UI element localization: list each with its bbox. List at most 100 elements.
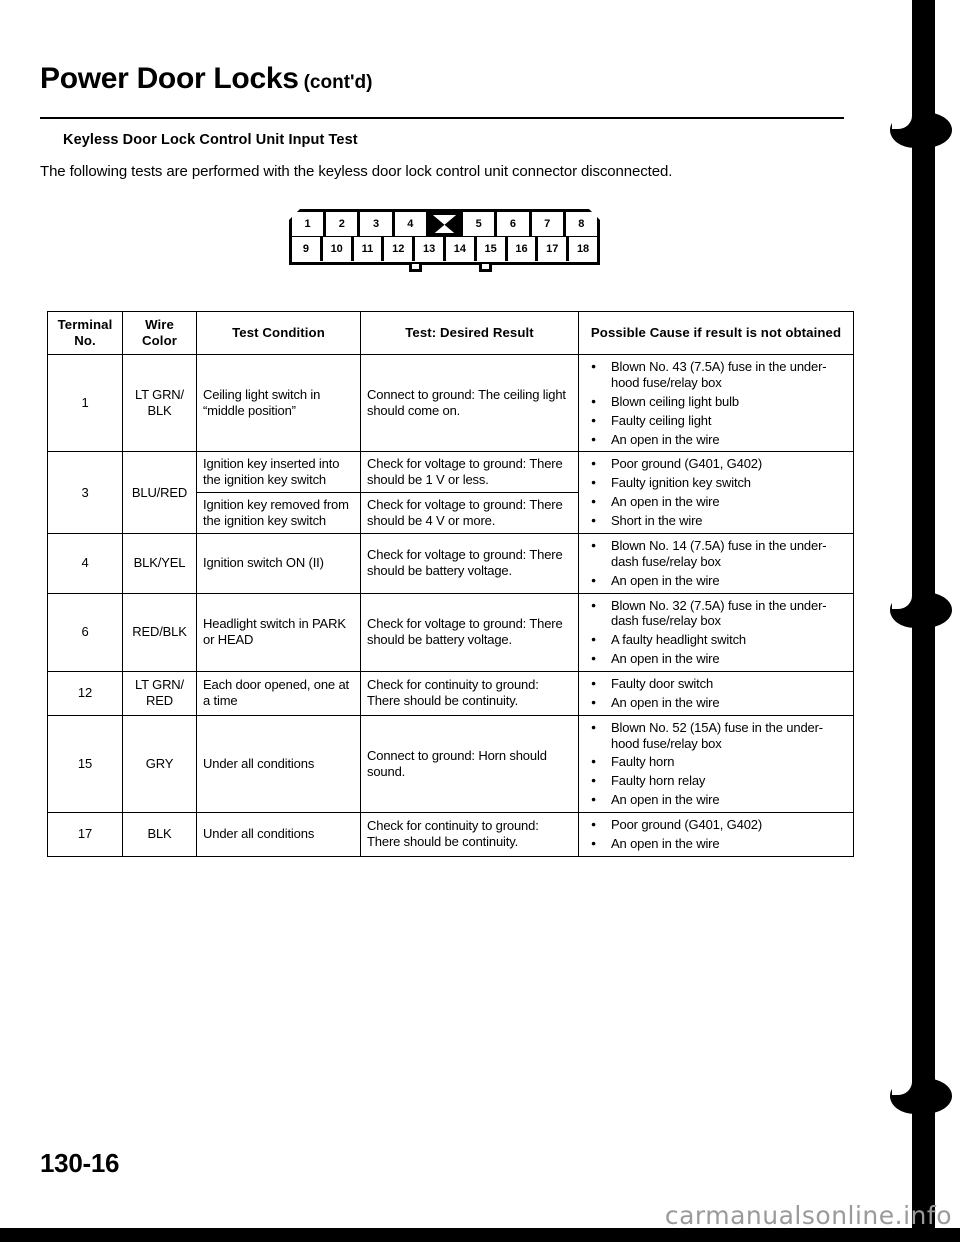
page-title-main: Power Door Locks	[40, 62, 299, 95]
scan-binding-clip-3	[890, 1076, 952, 1114]
cell-desired-result: Connect to ground: Horn should sound.	[360, 714, 579, 813]
cell-desired-result: Check for voltage to ground: There shoul…	[360, 592, 579, 672]
cell-test-condition: Ignition switch ON (II)	[196, 532, 361, 594]
cell-test-condition: Ignition key inserted into the ignition …	[196, 451, 361, 494]
connector-key-slot-icon	[428, 212, 464, 236]
wire-color-line2: BLK	[147, 403, 172, 419]
possible-cause-item: An open in the wire	[585, 431, 847, 448]
cell-test-condition: Under all conditions	[196, 714, 361, 813]
possible-cause-item: Blown No. 14 (7.5A) fuse in the under-da…	[585, 537, 847, 570]
cell-desired-result: Connect to ground: The ceiling light sho…	[360, 354, 579, 453]
possible-cause-list: Blown No. 52 (15A) fuse in the under-hoo…	[585, 719, 847, 808]
possible-cause-item: Faulty horn	[585, 753, 847, 770]
cell-test-condition: Each door opened, one at a time	[196, 670, 361, 716]
possible-cause-list: Faulty door switch An open in the wire	[585, 675, 847, 711]
connector-pin-10: 10	[322, 237, 354, 261]
connector-pin-2: 2	[326, 212, 361, 236]
cell-desired-result: Check for voltage to ground: There shoul…	[360, 451, 579, 494]
cell-possible-cause: Blown No. 52 (15A) fuse in the under-hoo…	[578, 714, 854, 813]
cell-desired-result: Check for continuity to ground: There sh…	[360, 811, 579, 857]
connector-pin-18: 18	[569, 237, 597, 261]
cell-desired-result: Check for voltage to ground: There shoul…	[360, 532, 579, 594]
cell-wire-color: LT GRN/BLK	[122, 354, 197, 453]
connector-pin-7: 7	[531, 212, 566, 236]
cell-terminal-no: 17	[47, 811, 123, 857]
cell-terminal-no: 3	[47, 451, 123, 534]
connector-pinout-diagram: 1 2 3 4 5 6 7 8 9 10 11 12 13 14 15 16 1…	[288, 208, 601, 272]
page-title-continued: (cont'd)	[303, 72, 373, 93]
connector-pin-9: 9	[292, 237, 323, 261]
cell-desired-result: Check for voltage to ground: There shoul…	[360, 492, 579, 534]
cell-possible-cause: Faulty door switch An open in the wire	[578, 670, 854, 716]
cell-wire-color: BLK	[122, 811, 197, 857]
cell-wire-color: GRY	[122, 714, 197, 813]
table-row: 4 BLK/YEL Ignition switch ON (II) Check for…	[47, 532, 854, 594]
cell-possible-cause: Blown No. 43 (7.5A) fuse in the under-ho…	[578, 354, 854, 453]
possible-cause-item: An open in the wire	[585, 650, 847, 667]
scan-binding-clip-2	[890, 590, 952, 628]
column-header-terminal-no-line2: No.	[74, 333, 96, 349]
column-header-terminal-no: Terminal No.	[47, 310, 123, 356]
column-header-wire-color-line1: Wire	[145, 317, 174, 332]
cell-test-condition: Headlight switch in PARK or HEAD	[196, 592, 361, 672]
title-divider	[40, 117, 844, 119]
watermark-text: carmanualsonline.info	[664, 1201, 952, 1230]
connector-pin-1: 1	[292, 212, 327, 236]
connector-notch-right	[479, 264, 492, 272]
wire-color-line1: LT GRN/	[134, 677, 185, 693]
possible-cause-item: Blown ceiling light bulb	[585, 393, 847, 410]
connector-pin-15: 15	[476, 237, 508, 261]
possible-cause-item: An open in the wire	[585, 572, 847, 589]
connector-pin-5: 5	[463, 212, 498, 236]
cell-desired-result: Check for continuity to ground: There sh…	[360, 670, 579, 716]
connector-pin-3: 3	[360, 212, 395, 236]
possible-cause-item: Blown No. 52 (15A) fuse in the under-hoo…	[585, 719, 847, 752]
page-title: Power Door Locks (cont'd)	[40, 62, 840, 96]
cell-possible-cause: Blown No. 14 (7.5A) fuse in the under-da…	[578, 532, 854, 594]
connector-pin-8: 8	[565, 212, 597, 236]
possible-cause-item: A faulty headlight switch	[585, 631, 847, 648]
cell-possible-cause: Poor ground (G401, G402) Faulty ignition …	[578, 451, 854, 534]
connector-pin-16: 16	[507, 237, 539, 261]
cell-terminal-no: 15	[47, 714, 123, 813]
possible-cause-item: An open in the wire	[585, 694, 847, 711]
possible-cause-list: Poor ground (G401, G402) An open in the w…	[585, 816, 847, 852]
cell-terminal-no: 12	[47, 670, 123, 716]
column-header-terminal-no-line1: Terminal	[57, 317, 113, 332]
cell-wire-color: LT GRN/RED	[122, 670, 197, 716]
possible-cause-item: Blown No. 32 (7.5A) fuse in the under-da…	[585, 597, 847, 630]
cell-possible-cause: Poor ground (G401, G402) An open in the w…	[578, 811, 854, 857]
connector-pin-14: 14	[445, 237, 477, 261]
possible-cause-item: Poor ground (G401, G402)	[585, 816, 847, 833]
cell-terminal-no: 6	[47, 592, 123, 672]
cell-wire-color: RED/BLK	[122, 592, 197, 672]
scan-bottom-bar	[0, 1228, 960, 1242]
possible-cause-item: Faulty ceiling light	[585, 412, 847, 429]
cell-wire-color: BLK/YEL	[122, 532, 197, 594]
column-header-test-condition: Test Condition	[196, 310, 361, 356]
section-heading: Keyless Door Lock Control Unit Input Tes…	[63, 132, 358, 148]
table-row: 17 BLK Under all conditions Check for conti…	[47, 811, 854, 857]
cell-terminal-no: 1	[47, 354, 123, 453]
possible-cause-item: Faulty door switch	[585, 675, 847, 692]
possible-cause-item: Short in the wire	[585, 512, 847, 529]
column-header-desired-result: Test: Desired Result	[360, 310, 579, 356]
connector-pin-6: 6	[497, 212, 532, 236]
table-row: 12 LT GRN/RED Each door opened, one at a t…	[47, 670, 854, 716]
connector-pin-13: 13	[415, 237, 446, 261]
possible-cause-item: An open in the wire	[585, 835, 847, 852]
connector-notch-left	[409, 264, 422, 272]
section-intro-text: The following tests are performed with t…	[40, 163, 673, 180]
possible-cause-item: An open in the wire	[585, 493, 847, 510]
table-row: 1 LT GRN/BLK Ceiling light switch in “midd…	[47, 354, 854, 453]
connector-pin-17: 17	[538, 237, 570, 261]
cell-terminal-no: 4	[47, 532, 123, 594]
possible-cause-item: Poor ground (G401, G402)	[585, 455, 847, 472]
wire-color-line2: RED	[146, 693, 173, 709]
connector-bottom-row: 9 10 11 12 13 14 15 16 17 18	[292, 237, 597, 261]
connector-pin-12: 12	[384, 237, 416, 261]
connector-top-row: 1 2 3 4 5 6 7 8	[292, 212, 597, 236]
possible-cause-item: Faulty horn relay	[585, 772, 847, 789]
possible-cause-list: Blown No. 43 (7.5A) fuse in the under-ho…	[585, 358, 847, 448]
input-test-table: Terminal No. Wire Color Test Condition T…	[47, 310, 854, 857]
